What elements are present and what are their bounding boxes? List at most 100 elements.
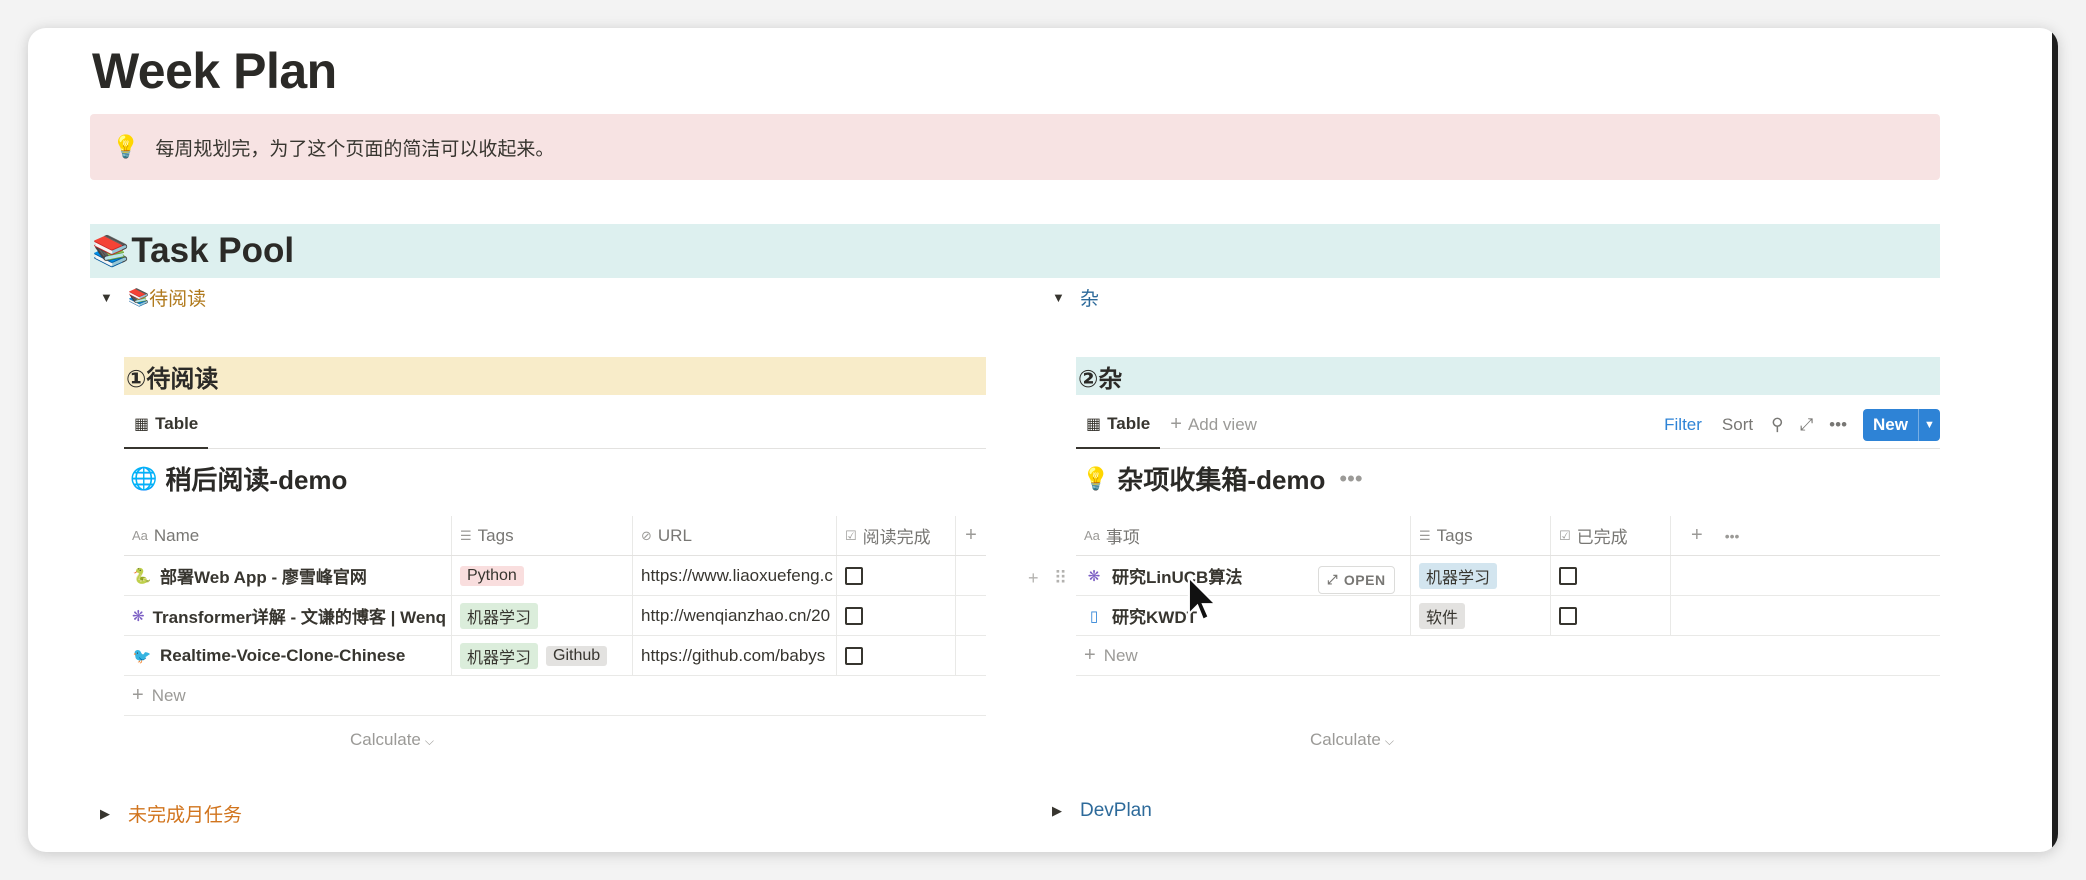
search-icon[interactable]: ⚲ [1771, 415, 1783, 435]
toggle-monthly-tasks[interactable]: ▶ 未完成月任务 [100, 800, 242, 827]
table-row[interactable]: ❋ Transformer详解 - 文谦的博客 | Wenq 机器学习 http:… [124, 596, 986, 636]
row-name-cell[interactable]: ❋ Transformer详解 - 文谦的博客 | Wenq [124, 596, 452, 635]
column-completed[interactable]: ☑ 已完成 [1551, 516, 1671, 555]
row-tags-cell[interactable]: Python [452, 556, 633, 595]
row-name-cell[interactable]: 🐦 Realtime-Voice-Clone-Chinese [124, 636, 452, 675]
row-name: 部署Web App - 廖雪峰官网 [160, 568, 367, 587]
row-name-cell[interactable]: ▯ 研究KWDT [1076, 596, 1411, 635]
column-read-done-label: 阅读完成 [862, 528, 931, 547]
tab-table[interactable]: ▦ Table [1076, 401, 1161, 449]
filter-button[interactable]: Filter [1664, 415, 1702, 435]
toggle-misc-label: 杂 [1080, 289, 1100, 310]
open-row-button[interactable]: ⤢ OPEN [1318, 566, 1395, 594]
link-icon: ⊘ [641, 527, 652, 543]
row-url: https://github.com/babys [641, 645, 826, 665]
row-url-cell[interactable]: https://github.com/babys [633, 636, 837, 675]
add-block-handle[interactable]: + [1028, 568, 1039, 589]
drag-handle-icon[interactable]: ⠿ [1054, 568, 1067, 589]
mouse-cursor-icon [1187, 576, 1219, 622]
row-tags-cell[interactable]: 机器学习 Github [452, 636, 633, 675]
row-name: 研究LinUCB算法 [1112, 568, 1243, 587]
row-done-cell[interactable] [1551, 556, 1671, 595]
text-property-icon: Aa [1084, 528, 1100, 543]
checkbox[interactable] [845, 646, 863, 665]
column-tags[interactable]: ☰ Tags [452, 516, 633, 555]
right-db-title[interactable]: 💡 杂项收集箱-demo ••• [1082, 460, 1363, 497]
row-done-cell[interactable] [837, 636, 956, 675]
row-done-cell[interactable] [837, 596, 956, 635]
add-row-button[interactable]: + New [124, 676, 986, 716]
misc-subheading-text: ②杂 [1078, 365, 1123, 393]
page-title: Week Plan [92, 43, 337, 99]
table-row[interactable]: 🐦 Realtime-Voice-Clone-Chinese 机器学习 Github… [124, 636, 986, 676]
add-column-button[interactable]: + [956, 516, 986, 555]
right-table-header: Aa 事项 ☰ Tags ☑ 已完成 + ••• [1076, 516, 1940, 556]
sort-button[interactable]: Sort [1722, 415, 1753, 435]
row-url-cell[interactable]: https://www.liaoxuefeng.c [633, 556, 837, 595]
checkbox[interactable] [1559, 606, 1577, 625]
checkbox[interactable] [845, 566, 863, 585]
toggle-to-read[interactable]: ▼ 📚 待阅读 [100, 284, 206, 311]
toggle-to-read-label: 待阅读 [149, 289, 207, 310]
row-tags-cell[interactable]: 软件 [1411, 596, 1551, 635]
checkbox[interactable] [845, 606, 863, 625]
task-pool-heading[interactable]: 📚 Task Pool [90, 224, 1940, 278]
bird-icon: 🐦 [132, 647, 152, 665]
left-table-header: Aa Name ☰ Tags ⊘ URL ☑ 阅读完成 + [124, 516, 986, 556]
row-name-cell[interactable]: 🐍 部署Web App - 廖雪峰官网 [124, 556, 452, 595]
to-read-subheading[interactable]: ①待阅读 [124, 357, 986, 395]
misc-subheading[interactable]: ②杂 [1076, 357, 1940, 395]
right-db-title-text: 杂项收集箱-demo [1117, 465, 1326, 495]
row-url: http://wenqianzhao.cn/20 [641, 605, 831, 625]
callout-text: 每周规划完，为了这个页面的简洁可以收起来。 [155, 138, 555, 160]
column-url[interactable]: ⊘ URL [633, 516, 837, 555]
more-icon[interactable]: ••• [1725, 528, 1740, 544]
column-item[interactable]: Aa 事项 [1076, 516, 1411, 555]
triangle-down-icon[interactable]: ▼ [1052, 290, 1065, 305]
row-tags-cell[interactable]: 机器学习 [452, 596, 633, 635]
add-column-button[interactable]: + ••• [1671, 516, 1940, 555]
list-icon: ☰ [1419, 527, 1431, 543]
row-url-cell[interactable]: http://wenqianzhao.cn/20 [633, 596, 837, 635]
checkbox[interactable] [1559, 566, 1577, 585]
db-toolbar: Filter Sort ⚲ ⤢ ••• New ▼ [1664, 408, 1940, 441]
chevron-down-icon[interactable]: ▼ [1918, 408, 1940, 441]
add-view-button[interactable]: + Add view [1170, 413, 1257, 436]
toggle-devplan[interactable]: ▶ DevPlan [1052, 800, 1152, 822]
list-icon: ☰ [460, 527, 472, 543]
toggle-misc[interactable]: ▼ 杂 [1052, 284, 1099, 311]
column-name[interactable]: Aa Name [124, 516, 452, 555]
left-calculate[interactable]: Calculate ⌵ [350, 730, 434, 750]
expand-icon: ⤢ [1327, 572, 1338, 587]
left-db-title[interactable]: 🌐 稍后阅读-demo [130, 460, 347, 497]
table-row[interactable]: 🐍 部署Web App - 廖雪峰官网 Python https://www.li… [124, 556, 986, 596]
row-url: https://www.liaoxuefeng.c [641, 565, 833, 585]
column-completed-label: 已完成 [1576, 528, 1628, 547]
triangle-right-icon[interactable]: ▶ [1052, 803, 1064, 819]
add-row-button[interactable]: + New [1076, 636, 1940, 676]
more-icon[interactable]: ••• [1339, 466, 1362, 492]
add-row-label: New [151, 685, 186, 705]
new-button[interactable]: New ▼ [1863, 408, 1940, 441]
right-calculate[interactable]: Calculate ⌵ [1310, 730, 1394, 750]
row-done-cell[interactable] [1551, 596, 1671, 635]
open-row-label: OPEN [1343, 572, 1386, 588]
chevron-down-icon: ⌵ [424, 734, 434, 748]
lightbulb-icon: 💡 [112, 134, 140, 159]
column-tags[interactable]: ☰ Tags [1411, 516, 1551, 555]
tab-table[interactable]: ▦ Table [124, 401, 209, 449]
column-item-label: 事项 [1105, 528, 1140, 547]
triangle-down-icon[interactable]: ▼ [100, 290, 113, 305]
triangle-right-icon[interactable]: ▶ [100, 806, 112, 822]
tab-table-label: Table [1107, 413, 1151, 433]
row-done-cell[interactable] [837, 556, 956, 595]
tag-ml: 机器学习 [460, 642, 539, 669]
tag-github: Github [546, 645, 608, 666]
text-property-icon: Aa [132, 528, 148, 543]
expand-icon[interactable]: ⤢ [1800, 415, 1814, 435]
row-tags-cell[interactable]: 机器学习 [1411, 556, 1551, 595]
column-read-done[interactable]: ☑ 阅读完成 [837, 516, 956, 555]
callout-block[interactable]: 💡 每周规划完，为了这个页面的简洁可以收起来。 [90, 114, 1940, 180]
tag-ml: 机器学习 [1419, 562, 1498, 589]
more-icon[interactable]: ••• [1829, 415, 1847, 435]
